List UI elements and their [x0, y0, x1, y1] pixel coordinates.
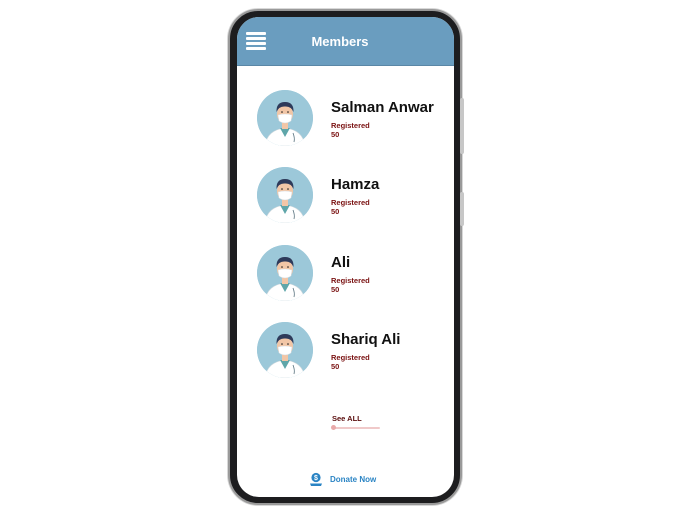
page-title: Members — [311, 34, 369, 49]
see-all-link[interactable]: See ALL — [332, 414, 362, 423]
member-item[interactable]: Shariq Ali Registered 50 — [257, 322, 447, 378]
phone-screen: Members Salman Anwar Registered 50 Hamza… — [237, 17, 454, 497]
stage: Members Salman Anwar Registered 50 Hamza… — [0, 0, 697, 520]
doctor-avatar-icon — [257, 322, 313, 378]
member-status: Registered — [331, 276, 370, 285]
donation-icon: $ — [310, 472, 322, 486]
member-status: Registered — [331, 198, 370, 207]
member-count: 50 — [331, 362, 340, 371]
doctor-avatar-icon — [257, 90, 313, 146]
member-name: Shariq Ali — [331, 331, 401, 348]
donate-button[interactable]: $ Donate Now — [309, 471, 376, 487]
svg-text:$: $ — [314, 475, 318, 482]
member-count: 50 — [331, 207, 340, 216]
app-header: Members — [237, 17, 454, 66]
member-item[interactable]: Salman Anwar Registered 50 — [257, 90, 447, 146]
volume-button — [460, 98, 464, 154]
member-status: Registered — [331, 121, 370, 130]
member-count: 50 — [331, 130, 340, 139]
member-item[interactable]: Ali Registered 50 — [257, 245, 447, 301]
member-item[interactable]: Hamza Registered 50 — [257, 167, 447, 223]
member-name: Ali — [331, 254, 351, 271]
member-name: Salman Anwar — [331, 99, 434, 116]
donate-label: Donate Now — [330, 474, 377, 484]
see-all-dot — [331, 425, 336, 430]
power-button — [460, 192, 464, 226]
member-count: 50 — [331, 285, 340, 294]
see-all-underline — [332, 427, 380, 429]
member-name: Hamza — [331, 176, 380, 193]
doctor-avatar-icon — [257, 167, 313, 223]
member-status: Registered — [331, 353, 370, 362]
doctor-avatar-icon — [257, 245, 313, 301]
